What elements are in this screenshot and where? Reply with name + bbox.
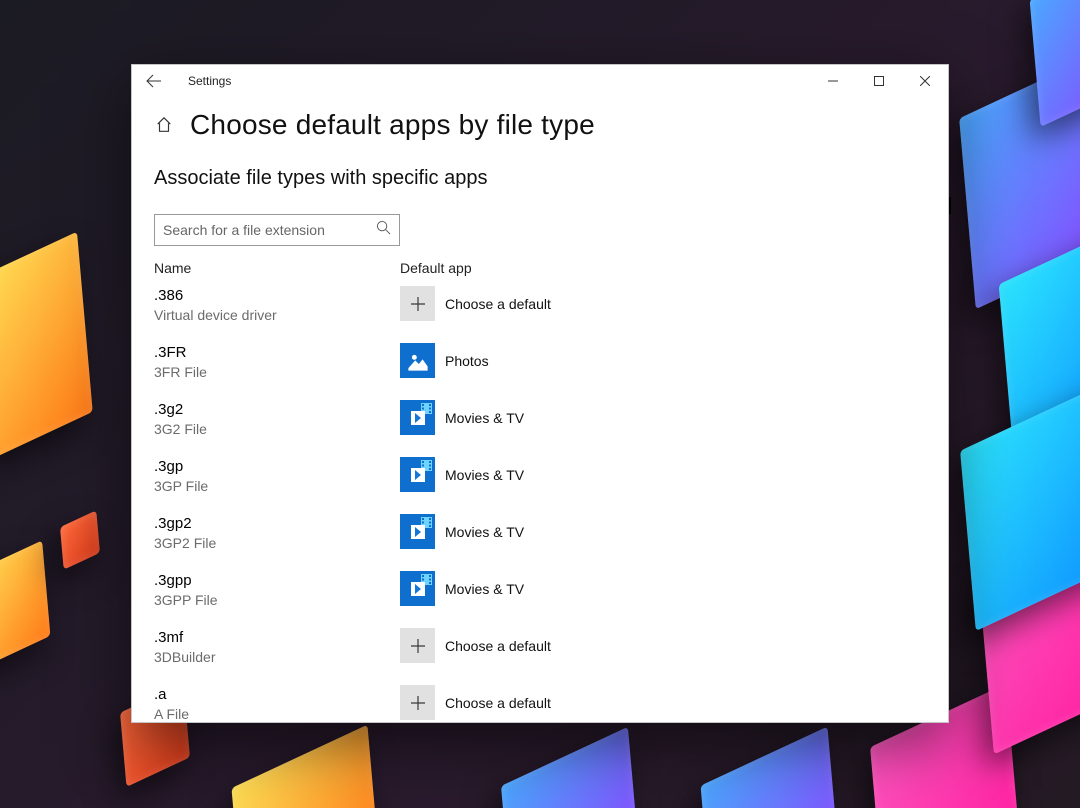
file-description: 3FR File — [154, 364, 400, 382]
file-description: 3DBuilder — [154, 649, 400, 667]
file-description: A File — [154, 706, 400, 722]
default-app-button[interactable]: Choose a default — [400, 628, 551, 663]
file-extension: .a — [154, 686, 400, 705]
default-app-button[interactable]: Photos — [400, 343, 489, 378]
default-app-label: Movies & TV — [445, 410, 524, 426]
default-app-label: Movies & TV — [445, 524, 524, 540]
close-icon — [920, 76, 930, 86]
file-extension: .386 — [154, 287, 400, 306]
default-app-button[interactable]: Movies & TV — [400, 514, 524, 549]
close-button[interactable] — [902, 65, 948, 97]
file-type-info: .386 Virtual device driver — [154, 286, 400, 324]
file-extension: .3FR — [154, 344, 400, 363]
file-type-info: .3mf 3DBuilder — [154, 628, 400, 666]
photos-app-icon — [400, 343, 435, 378]
file-description: 3GP File — [154, 478, 400, 496]
file-type-info: .3FR 3FR File — [154, 343, 400, 381]
plus-icon — [400, 286, 435, 321]
default-app-button[interactable]: Movies & TV — [400, 457, 524, 492]
file-type-info: .3gp 3GP File — [154, 457, 400, 495]
file-type-row: .3mf 3DBuilder Choose a default — [154, 628, 926, 685]
file-type-info: .3g2 3G2 File — [154, 400, 400, 438]
file-type-row: .3gpp 3GPP File Movies & TV — [154, 571, 926, 628]
file-type-info: .3gpp 3GPP File — [154, 571, 400, 609]
text-caret — [949, 197, 951, 214]
movies-app-icon — [400, 457, 435, 492]
default-app-button[interactable]: Movies & TV — [400, 571, 524, 606]
minimize-button[interactable] — [810, 65, 856, 97]
file-description: 3G2 File — [154, 421, 400, 439]
settings-window: Settings Choose default apps by file typ… — [131, 64, 949, 723]
movies-app-icon — [400, 571, 435, 606]
page-subtitle: Associate file types with specific apps — [154, 167, 926, 190]
column-headers: Name Default app — [154, 260, 926, 276]
default-app-button[interactable]: Movies & TV — [400, 400, 524, 435]
file-type-row: .3gp 3GP File Movies & TV — [154, 457, 926, 514]
minimize-icon — [828, 76, 838, 86]
file-extension: .3gp2 — [154, 515, 400, 534]
movies-app-icon — [400, 400, 435, 435]
file-type-row: .3g2 3G2 File Movies & TV — [154, 400, 926, 457]
maximize-icon — [874, 76, 884, 86]
title-bar: Settings — [132, 65, 948, 97]
default-app-label: Photos — [445, 353, 489, 369]
column-name: Name — [154, 260, 400, 276]
file-description: 3GPP File — [154, 592, 400, 610]
default-app-label: Choose a default — [445, 695, 551, 711]
file-extension: .3mf — [154, 629, 400, 648]
default-app-button[interactable]: Choose a default — [400, 286, 551, 321]
file-type-info: .a A File — [154, 685, 400, 722]
default-app-label: Movies & TV — [445, 467, 524, 483]
window-title: Settings — [188, 74, 231, 88]
plus-icon — [400, 628, 435, 663]
search-input[interactable] — [163, 222, 376, 238]
file-extension: .3gp — [154, 458, 400, 477]
arrow-left-icon — [146, 73, 162, 89]
home-button[interactable] — [154, 115, 174, 135]
file-type-row: .386 Virtual device driver Choose a defa… — [154, 286, 926, 343]
file-type-row: .3gp2 3GP2 File Movies & TV — [154, 514, 926, 571]
default-app-label: Choose a default — [445, 638, 551, 654]
movies-app-icon — [400, 514, 435, 549]
file-description: Virtual device driver — [154, 307, 400, 325]
file-type-row: .a A File Choose a default — [154, 685, 926, 722]
file-type-list: .386 Virtual device driver Choose a defa… — [154, 286, 926, 722]
plus-icon — [400, 685, 435, 720]
file-description: 3GP2 File — [154, 535, 400, 553]
column-app: Default app — [400, 260, 700, 276]
home-icon — [155, 116, 173, 134]
back-button[interactable] — [146, 73, 162, 89]
search-box[interactable] — [154, 214, 400, 246]
maximize-button[interactable] — [856, 65, 902, 97]
default-app-label: Movies & TV — [445, 581, 524, 597]
file-extension: .3g2 — [154, 401, 400, 420]
page-title: Choose default apps by file type — [190, 109, 595, 141]
default-app-label: Choose a default — [445, 296, 551, 312]
file-extension: .3gpp — [154, 572, 400, 591]
file-type-info: .3gp2 3GP2 File — [154, 514, 400, 552]
file-type-row: .3FR 3FR File Photos — [154, 343, 926, 400]
search-icon — [376, 220, 391, 240]
default-app-button[interactable]: Choose a default — [400, 685, 551, 720]
